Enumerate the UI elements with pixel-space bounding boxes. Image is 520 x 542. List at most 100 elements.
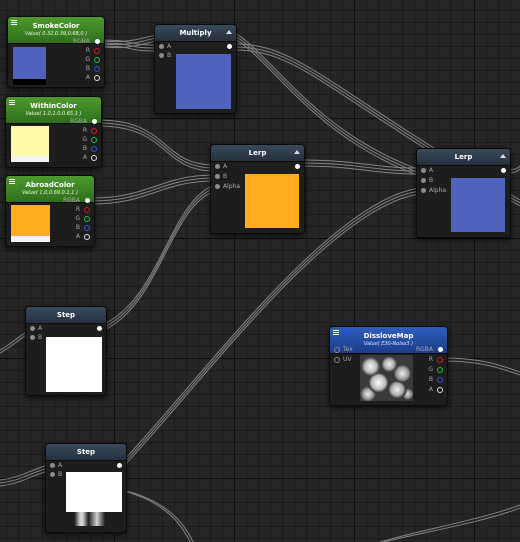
- output-pin-rgba[interactable]: [438, 347, 443, 352]
- node-subtitle: Value( 0.32,0.39,0.68,0 ): [24, 31, 88, 37]
- multiply-node[interactable]: Multiply A B: [154, 24, 237, 114]
- input-label-b: B: [167, 52, 172, 59]
- output-label-r: R: [82, 127, 87, 134]
- collapse-icon[interactable]: [226, 30, 232, 34]
- input-pin-b[interactable]: [215, 174, 220, 179]
- output-pin-g[interactable]: [84, 216, 90, 222]
- output-label-rgba: RGBA: [69, 118, 87, 125]
- node-header[interactable]: Lerp: [211, 145, 304, 162]
- output-pin-r[interactable]: [91, 128, 97, 134]
- output-pin-b[interactable]: [94, 66, 100, 72]
- output-pin[interactable]: [227, 44, 232, 49]
- lerp-node-1[interactable]: Lerp A B Alpha: [210, 144, 305, 234]
- output-pin-b[interactable]: [84, 225, 90, 231]
- input-pin-a[interactable]: [159, 44, 164, 49]
- node-title: Step: [56, 310, 76, 319]
- node-header[interactable]: Multiply: [155, 25, 236, 42]
- output-label-a: A: [82, 154, 87, 161]
- output-pin-rgba[interactable]: [85, 198, 90, 203]
- output-pin[interactable]: [501, 168, 506, 173]
- within-color-node[interactable]: WithinColor Value( 1.0,1.0,0.65,1 ) RGBA…: [5, 96, 102, 168]
- abroad-color-node[interactable]: AbroadColor Value( 1.0,0.69,0.1,1 ) RGBA…: [5, 175, 95, 247]
- output-label-rgba: RGBA: [415, 346, 433, 353]
- input-label-a: A: [429, 167, 434, 174]
- node-header[interactable]: Step: [26, 307, 106, 324]
- smoke-color-node[interactable]: SmokeColor Value( 0.32,0.39,0.68,0 ) RGB…: [7, 16, 105, 88]
- output-label-b: B: [428, 376, 433, 383]
- output-pin[interactable]: [117, 463, 122, 468]
- input-pin-a[interactable]: [30, 326, 35, 331]
- output-label-a: A: [428, 386, 433, 393]
- collapse-icon[interactable]: [294, 150, 300, 154]
- node-header[interactable]: Lerp: [417, 149, 510, 166]
- input-pin-a[interactable]: [50, 463, 55, 468]
- input-label-b: B: [429, 177, 434, 184]
- output-label-rgba: RGBA: [62, 197, 80, 204]
- input-pin-alpha[interactable]: [421, 188, 426, 193]
- menu-icon[interactable]: [9, 179, 15, 185]
- input-label-tex: Tex: [343, 346, 353, 353]
- output-pin[interactable]: [97, 326, 102, 331]
- output-pin-b[interactable]: [91, 146, 97, 152]
- output-pin-a[interactable]: [91, 155, 97, 161]
- input-pin-uv[interactable]: [334, 357, 340, 363]
- texture-preview: [360, 355, 413, 401]
- step-node-1[interactable]: Step A B: [25, 306, 107, 396]
- output-pin-r[interactable]: [437, 357, 443, 363]
- output-pin[interactable]: [295, 164, 300, 169]
- step-node-2[interactable]: Step A B: [45, 443, 127, 533]
- output-label-g: G: [75, 215, 80, 222]
- dissolve-map-node[interactable]: DissloveMap Value( E30-Noise3 ) Tex UV R…: [329, 326, 448, 406]
- output-pin-a[interactable]: [437, 387, 443, 393]
- output-label-g: G: [82, 136, 87, 143]
- output-label-a: A: [75, 233, 80, 240]
- node-title: DissloveMap: [363, 332, 414, 340]
- output-pin-rgba[interactable]: [92, 119, 97, 124]
- output-pin-g[interactable]: [437, 367, 443, 373]
- node-header[interactable]: Step: [46, 444, 126, 461]
- menu-icon[interactable]: [11, 20, 17, 26]
- output-pin-rgba[interactable]: [95, 39, 100, 44]
- menu-icon[interactable]: [333, 330, 339, 336]
- menu-icon[interactable]: [9, 100, 15, 106]
- input-label-alpha: Alpha: [429, 187, 447, 194]
- output-pin-r[interactable]: [84, 207, 90, 213]
- input-pin-b[interactable]: [159, 53, 164, 58]
- output-pin-g[interactable]: [91, 137, 97, 143]
- color-swatch-preview: [13, 47, 46, 85]
- collapse-icon[interactable]: [500, 154, 506, 158]
- output-pin-b[interactable]: [437, 377, 443, 383]
- output-label-r: R: [85, 47, 90, 54]
- input-label-b: B: [38, 334, 43, 341]
- node-title: Lerp: [454, 152, 473, 161]
- output-label-b: B: [75, 224, 80, 231]
- node-title: AbroadColor: [25, 181, 75, 189]
- node-subtitle: Value( 1.0,0.69,0.1,1 ): [22, 190, 78, 196]
- input-pin-alpha[interactable]: [215, 184, 220, 189]
- result-preview: [451, 178, 505, 232]
- input-label-alpha: Alpha: [223, 183, 241, 190]
- output-pin-g[interactable]: [94, 57, 100, 63]
- wire-lerp1-to-lerp2: [299, 159, 421, 169]
- input-pin-b[interactable]: [30, 335, 35, 340]
- node-subtitle: Value( 1.0,1.0,0.65,1 ): [25, 111, 82, 117]
- result-preview: [46, 337, 102, 392]
- output-pin-a[interactable]: [94, 75, 100, 81]
- color-swatch-preview: [11, 126, 49, 162]
- output-pin-a[interactable]: [84, 234, 90, 240]
- input-label-b: B: [58, 471, 63, 478]
- output-label-a: A: [85, 74, 90, 81]
- input-pin-tex[interactable]: [334, 347, 340, 353]
- wire-within-to-lerp1-a: [97, 119, 216, 166]
- node-graph-canvas[interactable]: SmokeColor Value( 0.32,0.39,0.68,0 ) RGB…: [0, 0, 520, 542]
- output-pin-r[interactable]: [94, 48, 100, 54]
- input-pin-a[interactable]: [215, 164, 220, 169]
- input-pin-b[interactable]: [50, 472, 55, 477]
- result-preview-bottom: [66, 512, 122, 526]
- node-header[interactable]: AbroadColor Value( 1.0,0.69,0.1,1 ): [6, 176, 94, 203]
- input-pin-b[interactable]: [421, 178, 426, 183]
- lerp-node-2[interactable]: Lerp A B Alpha: [416, 148, 511, 238]
- result-preview: [245, 174, 299, 228]
- input-pin-a[interactable]: [421, 168, 426, 173]
- output-label-g: G: [428, 366, 433, 373]
